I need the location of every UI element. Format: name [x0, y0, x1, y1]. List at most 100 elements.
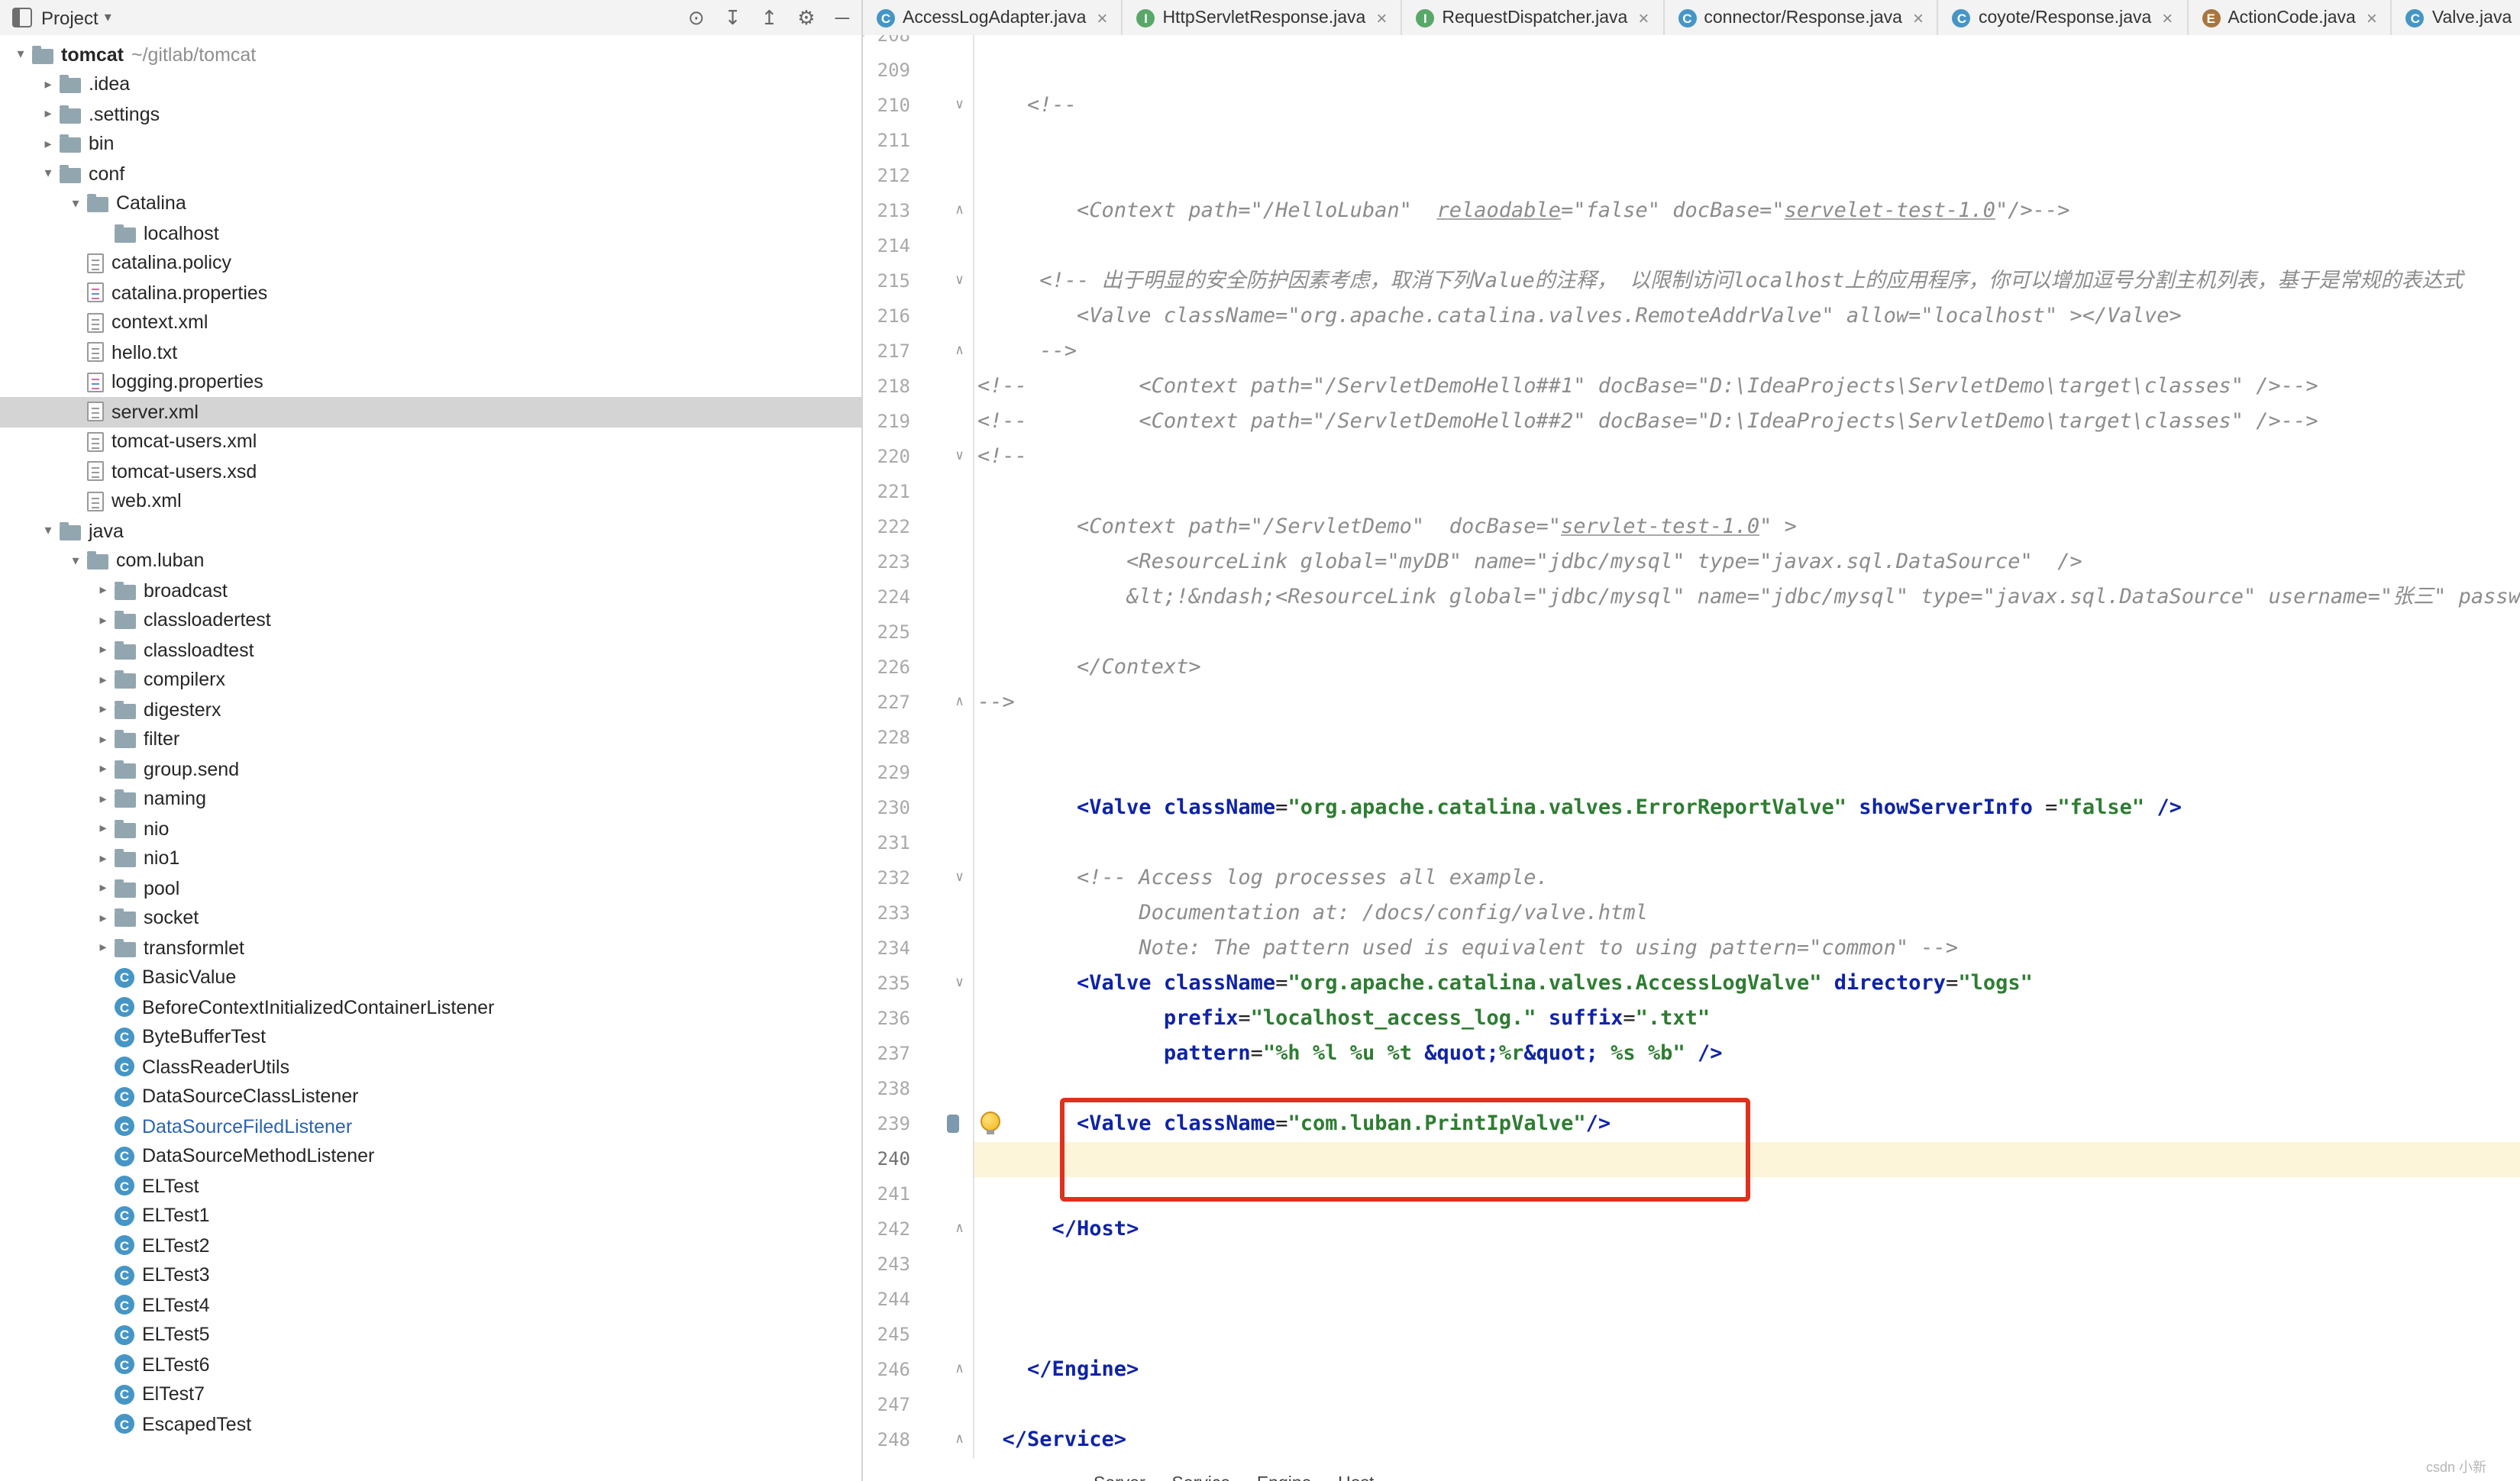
chevron-right-icon[interactable]: ▸ — [92, 731, 115, 748]
code-text[interactable]: </Context> — [974, 650, 2520, 686]
tree-item-group-send[interactable]: ▸group.send — [0, 754, 861, 784]
fold-up-icon[interactable]: ∧ — [916, 1423, 974, 1458]
chevron-right-icon[interactable]: ▸ — [37, 136, 60, 153]
tab-actioncode-java[interactable]: EActionCode.java× — [2188, 0, 2392, 35]
tree-item-settings[interactable]: ▸.settings — [0, 99, 861, 129]
chevron-down-icon[interactable]: ▾ — [64, 195, 87, 212]
close-icon[interactable]: × — [2162, 7, 2173, 28]
code-text[interactable] — [974, 1318, 2520, 1353]
close-icon[interactable]: × — [1913, 7, 1924, 28]
tree-item-hello-txt[interactable]: hello.txt — [0, 337, 861, 367]
chevron-right-icon[interactable]: ▸ — [92, 612, 115, 629]
tree-item-broadcast[interactable]: ▸broadcast — [0, 576, 861, 605]
breadcrumb-item-engine[interactable]: Engine — [1257, 1475, 1312, 1481]
tree-item-basicvalue[interactable]: BasicValue — [0, 963, 861, 992]
chevron-right-icon[interactable]: ▸ — [37, 76, 60, 93]
code-text[interactable] — [974, 53, 2520, 89]
code-text[interactable] — [974, 1247, 2520, 1283]
chevron-right-icon[interactable]: ▸ — [92, 821, 115, 837]
tab-connector-response-java[interactable]: Cconnector/Response.java× — [1664, 0, 1939, 35]
tree-item-classloadtest[interactable]: ▸classloadtest — [0, 635, 861, 665]
chevron-down-icon[interactable]: ▾ — [9, 47, 32, 63]
settings-icon[interactable]: ⚙ — [797, 6, 815, 29]
tree-item-transformlet[interactable]: ▸transformlet — [0, 933, 861, 963]
locate-icon[interactable]: ⊙ — [688, 6, 705, 29]
chevron-down-icon[interactable]: ▾ — [37, 166, 60, 182]
breadcrumb-item-server[interactable]: Server — [1094, 1475, 1145, 1481]
code-text[interactable]: --> — [974, 334, 2520, 369]
code-text[interactable] — [974, 1072, 2520, 1107]
code-text[interactable]: </Host> — [974, 1212, 2520, 1247]
code-text[interactable] — [974, 159, 2520, 194]
tree-item-eltest[interactable]: ELTest — [0, 1171, 861, 1201]
close-icon[interactable]: × — [1376, 7, 1387, 28]
tree-item-tomcat-users-xml[interactable]: tomcat-users.xml — [0, 427, 861, 457]
tree-item-catalina-properties[interactable]: catalina.properties — [0, 278, 861, 308]
tree-item-pool[interactable]: ▸pool — [0, 873, 861, 903]
tree-item-digesterx[interactable]: ▸digesterx — [0, 695, 861, 724]
fold-up-icon[interactable]: ∧ — [916, 194, 974, 229]
tree-item-bytebuffertest[interactable]: ByteBufferTest — [0, 1022, 861, 1052]
code-text[interactable]: <!-- <Context path="/ServletDemoHello##1… — [974, 369, 2520, 405]
code-text[interactable]: <Context path="/HelloLuban" relaodable="… — [974, 194, 2520, 229]
tab-httpservletresponse-java[interactable]: IHttpServletResponse.java× — [1123, 0, 1402, 35]
code-text[interactable]: Note: The pattern used is equivalent to … — [974, 931, 2520, 966]
fold-down-icon[interactable]: ∨ — [916, 89, 974, 124]
chevron-right-icon[interactable]: ▸ — [92, 791, 115, 808]
code-text[interactable]: <!-- 出于明显的安全防护因素考虑，取消下列Value的注释， 以限制访问lo… — [974, 264, 2520, 299]
tree-item-nio[interactable]: ▸nio — [0, 814, 861, 844]
tab-requestdispatcher-java[interactable]: IRequestDispatcher.java× — [1402, 0, 1664, 35]
tree-item-idea[interactable]: ▸.idea — [0, 69, 861, 99]
tree-item-datasourcemethodlistener[interactable]: DataSourceMethodListener — [0, 1141, 861, 1171]
tree-item-conf[interactable]: ▾conf — [0, 159, 861, 189]
chevron-right-icon[interactable]: ▸ — [92, 672, 115, 689]
code-text[interactable]: pattern="%h %l %u %t &quot;%r&quot; %s %… — [974, 1037, 2520, 1072]
fold-up-icon[interactable]: ∧ — [916, 1353, 974, 1388]
fold-down-icon[interactable]: ∨ — [916, 264, 974, 299]
code-text[interactable] — [974, 475, 2520, 510]
tree-item-compilerx[interactable]: ▸compilerx — [0, 665, 861, 695]
code-text[interactable] — [974, 1142, 2520, 1177]
code-text[interactable]: </Engine> — [974, 1353, 2520, 1388]
code-text[interactable]: <!-- Access log processes all example. — [974, 861, 2520, 896]
tree-item-eltest7[interactable]: ElTest7 — [0, 1379, 861, 1409]
tree-item-classreaderutils[interactable]: ClassReaderUtils — [0, 1052, 861, 1082]
code-text[interactable]: <Valve className="org.apache.catalina.va… — [974, 791, 2520, 826]
tree-item-com-luban[interactable]: ▾com.luban — [0, 546, 861, 576]
chevron-right-icon[interactable]: ▸ — [92, 880, 115, 897]
fold-down-icon[interactable]: ∨ — [916, 861, 974, 896]
code-text[interactable]: Documentation at: /docs/config/valve.htm… — [974, 896, 2520, 931]
tree-item-catalina[interactable]: ▾Catalina — [0, 189, 861, 218]
tree-item-eltest5[interactable]: ELTest5 — [0, 1320, 861, 1350]
chevron-right-icon[interactable]: ▸ — [92, 910, 115, 927]
code-text[interactable] — [974, 721, 2520, 756]
code-text[interactable] — [974, 124, 2520, 159]
tree-item-context-xml[interactable]: context.xml — [0, 308, 861, 337]
chevron-right-icon[interactable]: ▸ — [92, 642, 115, 659]
tree-item-escapedtest[interactable]: EscapedTest — [0, 1409, 861, 1439]
code-text[interactable]: <Valve className="org.apache.catalina.va… — [974, 299, 2520, 334]
code-text[interactable]: <!-- — [974, 440, 2520, 475]
fold-up-icon[interactable]: ∧ — [916, 334, 974, 369]
fold-down-icon[interactable]: ∨ — [916, 966, 974, 1002]
tree-item-eltest1[interactable]: ELTest1 — [0, 1201, 861, 1231]
code-text[interactable] — [974, 756, 2520, 791]
code-text[interactable]: prefix="localhost_access_log." suffix=".… — [974, 1002, 2520, 1037]
code-text[interactable] — [974, 615, 2520, 650]
close-icon[interactable]: × — [1097, 7, 1107, 28]
collapse-all-icon[interactable]: ↥ — [761, 6, 777, 29]
expand-all-icon[interactable]: ↧ — [725, 6, 741, 29]
code-text[interactable]: <Valve className="org.apache.catalina.va… — [974, 966, 2520, 1002]
tree-item-java[interactable]: ▾java — [0, 516, 861, 546]
fold-up-icon[interactable]: ∧ — [916, 686, 974, 721]
code-text[interactable] — [974, 1177, 2520, 1212]
code-text[interactable]: &lt;!&ndash;<ResourceLink global="jdbc/m… — [974, 580, 2520, 615]
code-text[interactable]: <Valve className="com.luban.PrintIpValve… — [974, 1107, 2520, 1142]
chevron-right-icon[interactable]: ▸ — [37, 106, 60, 123]
tab-valve-java[interactable]: CValve.java× — [2392, 0, 2520, 35]
fold-up-icon[interactable]: ∧ — [916, 1212, 974, 1247]
tree-item-tomcat-users-xsd[interactable]: tomcat-users.xsd — [0, 457, 861, 486]
tree-item-eltest2[interactable]: ELTest2 — [0, 1231, 861, 1260]
code-text[interactable] — [974, 35, 2520, 53]
chevron-right-icon[interactable]: ▸ — [92, 761, 115, 778]
